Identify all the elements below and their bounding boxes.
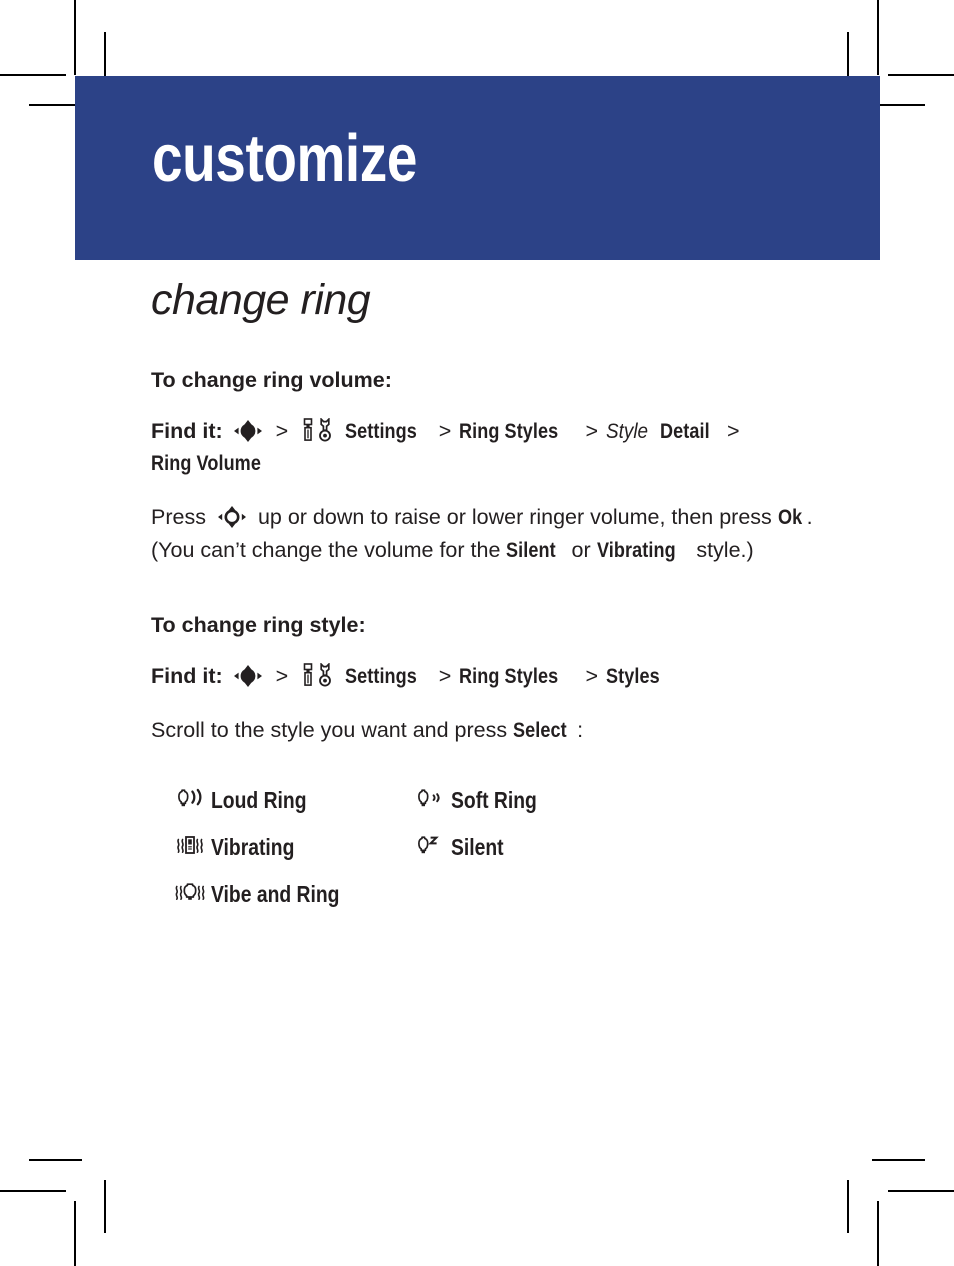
settings-tools-icon [301,418,335,442]
instruction-or: or [571,538,591,563]
crop-mark-top-right-horizontal [888,74,954,76]
list-item-label: Soft Ring [451,786,537,813]
list-item-label: Vibe and Ring [211,880,340,907]
bell-soft-ring-icon [413,786,447,815]
page-header-banner: customize [75,76,880,260]
instruction-body-mid: up or down to raise or lower ringer volu… [257,504,772,529]
list-item-soft-ring[interactable]: Soft Ring [413,786,553,815]
crop-mark-bottom-left-inner-horizontal [29,1159,82,1161]
breadcrumb-style-placeholder: Style [606,419,649,444]
list-item-vibrating[interactable]: Vibrating [173,833,310,862]
breadcrumb-separator: > [275,419,289,444]
section-title: change ring [151,276,371,324]
navigation-key-hollow-icon [217,505,247,528]
list-item-label: Loud Ring [211,786,307,813]
crop-mark-bottom-right-inner-vertical [847,1180,849,1233]
breadcrumb-separator: > [726,419,740,444]
crop-mark-bottom-right-horizontal [888,1190,954,1192]
breadcrumb-styles: Styles [606,664,660,689]
instruction-scroll-text: Scroll to the style you want and press [151,717,508,742]
breadcrumb-ring-volume: Ring Volume [151,451,261,476]
findit-path-ring-volume: Find it: > Settings > Ring Styles > Styl… [151,415,851,480]
crop-mark-bottom-left-horizontal [0,1190,66,1192]
breadcrumb-separator: > [438,664,452,689]
breadcrumb-settings: Settings [345,664,418,689]
navigation-key-filled-icon [233,420,263,443]
crop-mark-bottom-left-vertical [74,1201,76,1266]
findit-path-ring-style: Find it: > Settings > Ring Styles > Styl… [151,660,851,692]
subhead-change-ring-style: To change ring style: [151,613,366,638]
instruction-press-word: Press [151,504,206,529]
breadcrumb-separator: > [585,419,599,444]
crop-mark-top-left-vertical [74,0,76,75]
list-item-loud-ring[interactable]: Loud Ring [173,786,325,815]
bell-silent-icon [413,833,447,862]
page-title: customize [152,121,417,196]
crop-mark-top-right-vertical [877,0,879,75]
list-item-label: Silent [451,833,504,860]
style-label-vibrating: Vibrating [596,538,676,563]
instruction-colon: : [577,717,584,742]
breadcrumb-separator: > [275,664,289,689]
list-item-silent[interactable]: Silent [413,833,514,862]
list-item-label: Vibrating [211,833,295,860]
breadcrumb-detail: Detail [659,419,710,444]
ring-style-list: Loud Ring Vibrating Vibe and Ring Soft R… [151,786,851,936]
list-item-vibe-and-ring[interactable]: Vibe and Ring [173,880,364,909]
findit-label: Find it: [151,664,223,689]
instruction-body-end: style.) [696,538,754,563]
crop-mark-bottom-right-vertical [877,1201,879,1266]
crop-mark-bottom-left-inner-vertical [104,1180,106,1233]
breadcrumb-ring-styles: Ring Styles [459,664,559,689]
style-label-silent: Silent [506,538,557,563]
navigation-key-filled-icon [233,665,263,688]
subhead-change-ring-volume: To change ring volume: [151,368,392,393]
breadcrumb-settings: Settings [345,419,418,444]
bell-loud-ring-icon [173,786,207,815]
breadcrumb-separator: > [585,664,599,689]
breadcrumb-separator: > [438,419,452,444]
phone-vibrating-icon [173,833,207,862]
bell-vibe-ring-icon [173,880,207,909]
ring-style-instructions: Scroll to the style you want and press S… [151,714,851,748]
settings-tools-icon [301,663,335,687]
breadcrumb-ring-styles: Ring Styles [459,419,559,444]
crop-mark-bottom-right-inner-horizontal [872,1159,925,1161]
ring-volume-instructions: Press up or down to raise or lower ringe… [151,501,851,569]
findit-label: Find it: [151,419,223,444]
key-label-ok: Ok [777,504,803,529]
crop-mark-top-left-horizontal [0,74,66,76]
page-content: change ring To change ring volume: Find … [151,276,851,936]
key-label-select: Select [513,717,567,742]
